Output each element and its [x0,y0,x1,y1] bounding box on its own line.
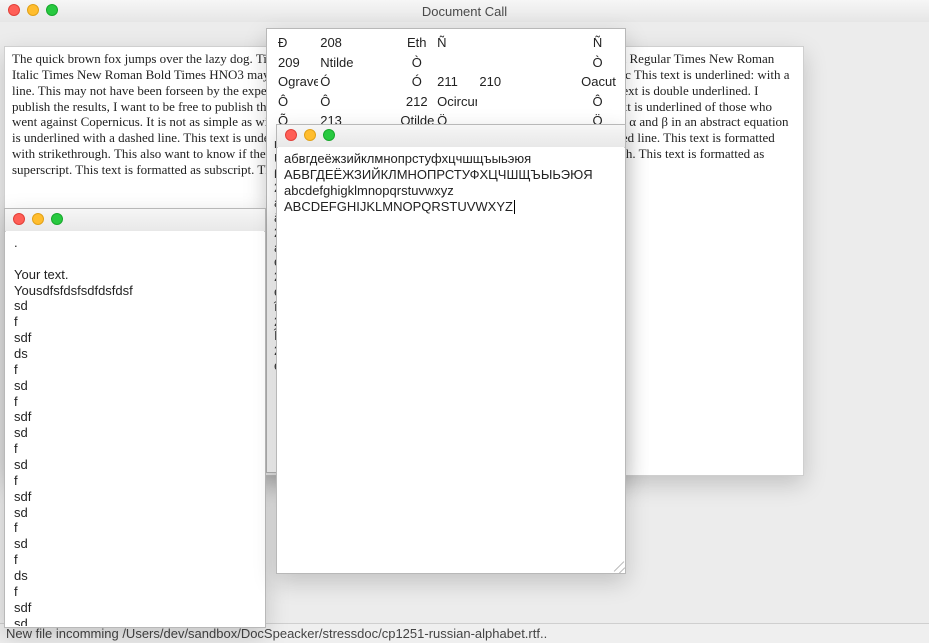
text-line: ds [14,568,256,584]
text-line: . [14,235,256,251]
text-line: f [14,441,256,457]
glyph-cell: Ograve [276,72,318,92]
text-line: абвгдеёжзийклмнопрстуфхцчшщъыьэюя [284,151,618,167]
glyph-cell: Ô [579,92,616,112]
glyph-cell: Ô [318,92,398,112]
table-row: 209NtildeÒÒ [276,53,616,73]
text-line: sd [14,425,256,441]
window-controls-main[interactable] [8,4,58,16]
text-caret [514,200,515,214]
status-text: New file incomming /Users/dev/sandbox/Do… [6,626,547,641]
table-row: ÔÔ212OcircumflexÔ [276,92,616,112]
text-line: f [14,362,256,378]
glyph-cell: 208 [318,33,398,53]
window-controls-scratch[interactable] [13,213,63,225]
glyph-cell: Ñ [435,33,477,53]
glyph-cell: Ò [398,53,435,73]
zoom-icon[interactable] [323,129,335,141]
text-line: ds [14,346,256,362]
alphabet-content[interactable]: абвгдеёжзийклмнопрстуфхцчшщъыьэюяАБВГДЕЁ… [278,147,624,572]
glyph-cell: Ð [276,33,318,53]
text-line: abcdefghigklmnopqrstuvwxyz [284,183,618,199]
text-line: sd [14,457,256,473]
text-line: sd [14,616,256,626]
window-scratch-text[interactable]: . Your text.Yousdfsfdsfsdfdsfdsfsdfsdfds… [4,208,266,628]
glyph-cell: Ñ [579,33,616,53]
text-line: ABCDEFGHIJKLMNOPQRSTUVWXYZ [284,199,618,215]
resize-grip-icon[interactable] [610,558,624,572]
glyph-cell: Ó [398,72,435,92]
glyph-cell [477,92,579,112]
close-icon[interactable] [13,213,25,225]
text-line: f [14,552,256,568]
text-line [14,251,256,267]
desktop-area: The quick brown fox jumps over the lazy … [0,22,929,623]
app-title: Document Call [422,4,507,19]
window-alphabet[interactable]: абвгдеёжзийклмнопрстуфхцчшщъыьэюяАБВГДЕЁ… [276,124,626,574]
glyph-cell: Oacute [579,72,616,92]
glyph-cell [477,33,579,53]
close-icon[interactable] [8,4,20,16]
text-line: Your text. [14,267,256,283]
text-line: f [14,520,256,536]
text-line: sdf [14,600,256,616]
glyph-cell: 211 [435,72,477,92]
app-titlebar: Document Call [0,0,929,23]
text-line: f [14,584,256,600]
text-line: Yousdfsfdsfsdfdsfdsf [14,283,256,299]
text-line: sd [14,505,256,521]
text-line: sd [14,378,256,394]
glyph-cell: 210 [477,72,579,92]
text-line: sd [14,536,256,552]
text-line: sdf [14,330,256,346]
text-line: sd [14,298,256,314]
text-line: f [14,473,256,489]
zoom-icon[interactable] [51,213,63,225]
glyph-cell: Ocircumflex [435,92,477,112]
text-line: sdf [14,409,256,425]
minimize-icon[interactable] [32,213,44,225]
text-line: sdf [14,489,256,505]
glyph-cell [477,53,579,73]
zoom-icon[interactable] [46,4,58,16]
minimize-icon[interactable] [304,129,316,141]
glyph-cell: 212 [398,92,435,112]
scratch-content[interactable]: . Your text.Yousdfsfdsfsdfdsfdsfsdfsdfds… [6,231,264,626]
table-row: Ð208EthÑÑ [276,33,616,53]
glyph-cell [435,53,477,73]
text-line: f [14,394,256,410]
text-line: f [14,314,256,330]
glyph-cell: Ó [318,72,398,92]
glyph-cell: Ò [579,53,616,73]
minimize-icon[interactable] [27,4,39,16]
alphabet-titlebar[interactable] [277,125,625,148]
window-controls-alphabet[interactable] [285,129,335,141]
glyph-cell: Ô [276,92,318,112]
close-icon[interactable] [285,129,297,141]
scratch-titlebar[interactable] [5,209,265,232]
glyph-cell: 209 [276,53,318,73]
text-line: АБВГДЕЁЖЗИЙКЛМНОПРСТУФХЦЧШЩЪЫЬЭЮЯ [284,167,618,183]
table-row: OgraveÓÓ211210Oacute [276,72,616,92]
glyph-cell: Eth [398,33,435,53]
glyph-cell: Ntilde [318,53,398,73]
